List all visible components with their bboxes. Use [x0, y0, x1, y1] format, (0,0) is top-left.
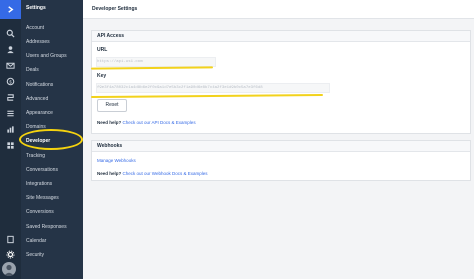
api-docs-link[interactable]: Check out our API Docs & Examples	[123, 120, 196, 125]
nav-item-users-and-groups[interactable]: Users and Groups	[26, 53, 67, 59]
nav-item-notifications[interactable]: Notifications	[26, 82, 53, 88]
logo-icon[interactable]	[0, 0, 21, 19]
developer-highlight-circle	[19, 129, 83, 150]
main-content: Developer Settings API Access URL https:…	[83, 0, 474, 279]
mail-icon[interactable]	[4, 59, 16, 71]
webhooks-card: Webhooks Manage Webhooks Need help? Chec…	[91, 140, 471, 181]
nav-item-saved-responses[interactable]: Saved Responses	[26, 224, 67, 230]
webhooks-help-text: Need help? Check out our Webhook Docs & …	[97, 171, 208, 176]
reports-icon[interactable]	[4, 123, 16, 135]
nav-item-security[interactable]: Security	[26, 252, 44, 258]
api-access-card: API Access URL https://api-us1.com Key f…	[91, 30, 471, 134]
apps-icon[interactable]	[4, 139, 16, 151]
nav-item-appearance[interactable]: Appearance	[26, 110, 53, 116]
contacts-icon[interactable]	[4, 43, 16, 55]
api-help-bold: Need help?	[97, 120, 122, 125]
automation-icon[interactable]	[4, 91, 16, 103]
url-value: https://api-us1.com	[97, 60, 143, 64]
nav-item-conversions[interactable]: Conversions	[26, 209, 54, 215]
key-label: Key	[97, 73, 107, 79]
api-help-text: Need help? Check out our API Docs & Exam…	[97, 120, 196, 125]
nav-title: Settings	[26, 5, 46, 11]
svg-text:$: $	[9, 79, 12, 84]
nav-item-deals[interactable]: Deals	[26, 67, 39, 73]
icon-rail: $	[0, 0, 21, 279]
nav-item-addresses[interactable]: Addresses	[26, 39, 50, 45]
nav-item-site-messages[interactable]: Site Messages	[26, 195, 59, 201]
top-bar: Developer Settings	[83, 0, 474, 19]
manage-webhooks-link[interactable]: Manage Webhooks	[97, 158, 136, 163]
nav-item-integrations[interactable]: Integrations	[26, 181, 52, 187]
lists-icon[interactable]	[4, 107, 16, 119]
pages-icon[interactable]	[4, 233, 16, 245]
url-label: URL	[97, 47, 108, 53]
api-access-header: API Access	[92, 31, 470, 42]
page-title: Developer Settings	[92, 6, 138, 12]
key-value: f9e3f4a78032c1a4d8b6e2f0c9a1d7e5b3c2f1a9…	[97, 86, 263, 90]
reset-button[interactable]: Reset	[97, 99, 127, 112]
webhooks-header: Webhooks	[92, 141, 470, 152]
search-icon[interactable]	[4, 27, 16, 39]
webhook-docs-link[interactable]: Check out our Webhook Docs & Examples	[123, 171, 208, 176]
nav-item-advanced[interactable]: Advanced	[26, 96, 48, 102]
settings-icon[interactable]	[4, 248, 16, 260]
nav-item-conversations[interactable]: Conversations	[26, 167, 58, 173]
nav-item-account[interactable]: Account	[26, 25, 44, 31]
app-root: $ Settings Account Addresses Users and G…	[0, 0, 474, 279]
webhooks-help-bold: Need help?	[97, 171, 122, 176]
avatar[interactable]	[2, 262, 16, 276]
nav-item-calendar[interactable]: Calendar	[26, 238, 46, 244]
deals-icon[interactable]: $	[4, 75, 16, 87]
nav-item-tracking[interactable]: Tracking	[26, 153, 45, 159]
